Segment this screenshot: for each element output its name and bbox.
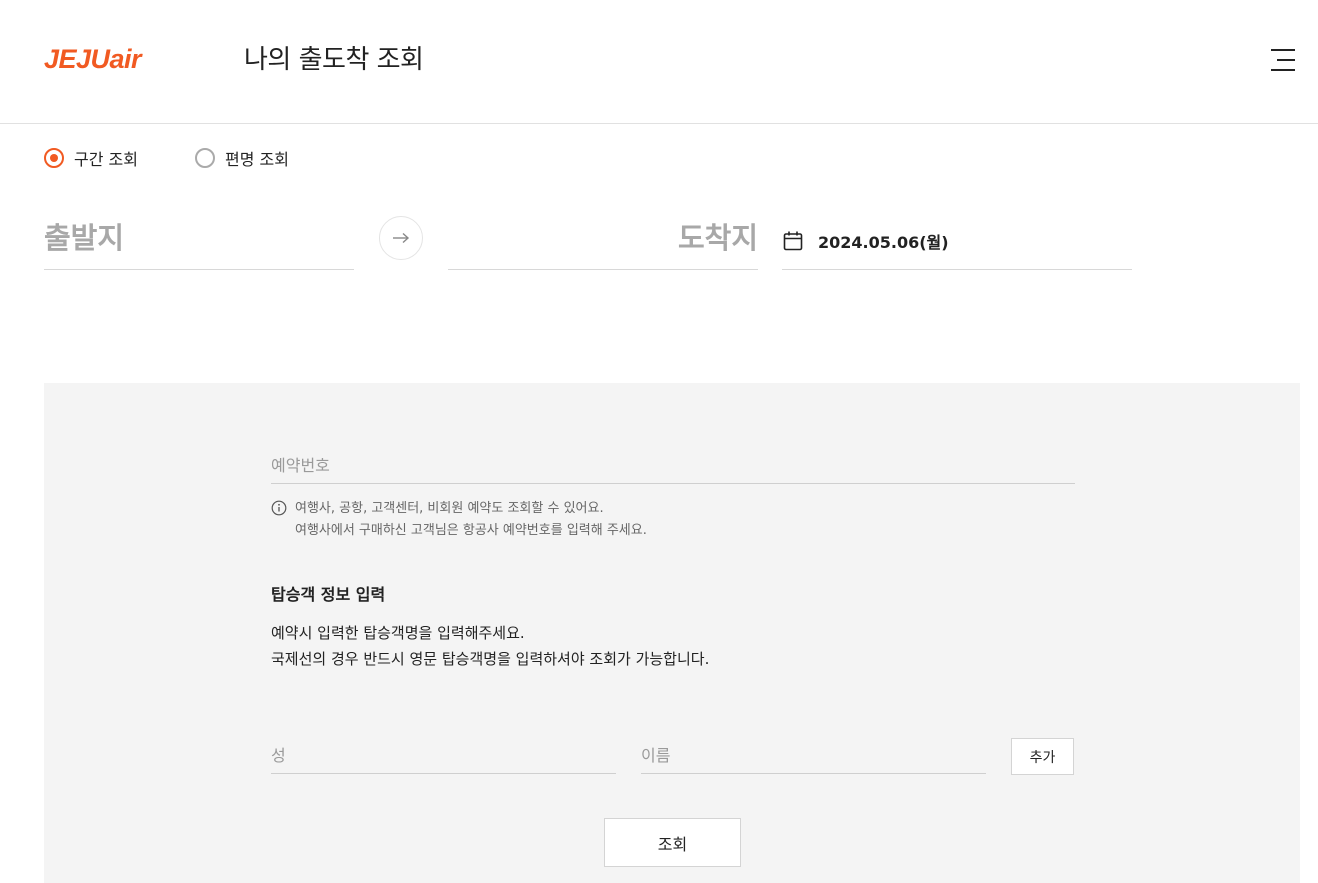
radio-flight-search[interactable]: 편명 조회 [195, 145, 289, 171]
header [0, 0, 1318, 124]
info-icon [271, 500, 287, 516]
reservation-number-input[interactable] [271, 448, 1075, 484]
notice-line-2: 여행사에서 구매하신 고객님은 항공사 예약번호를 입력해 주세요. [295, 523, 647, 538]
arrival-underline [448, 269, 758, 270]
passenger-desc-line-1: 예약시 입력한 탑승객명을 입력해주세요. [271, 624, 525, 642]
first-name-input[interactable] [641, 738, 986, 774]
reservation-notice: 여행사, 공항, 고객센터, 비회원 예약도 조회할 수 있어요. 여행사에서 … [271, 498, 647, 542]
add-passenger-button[interactable]: 추가 [1011, 738, 1074, 775]
radio-label-section: 구간 조회 [74, 150, 138, 169]
passenger-desc-line-2: 국제선의 경우 반드시 영문 탑승객명을 입력하셔야 조회가 가능합니다. [271, 650, 710, 668]
route-arrow-button[interactable] [379, 216, 423, 260]
date-picker[interactable]: 2024.05.06(월) [782, 224, 1132, 258]
departure-underline [44, 269, 354, 270]
departure-field[interactable]: 출발지 [44, 218, 354, 258]
notice-line-1: 여행사, 공항, 고객센터, 비회원 예약도 조회할 수 있어요. [295, 501, 604, 516]
search-button[interactable]: 조회 [604, 818, 741, 867]
page-title: 나의 출도착 조회 [244, 45, 424, 75]
arrow-right-icon [393, 232, 410, 244]
passenger-description: 예약시 입력한 탑승객명을 입력해주세요. 국제선의 경우 반드시 영문 탑승객… [271, 620, 709, 672]
last-name-input[interactable] [271, 738, 616, 774]
calendar-icon [783, 231, 803, 251]
radio-section-search[interactable]: 구간 조회 [44, 145, 138, 171]
date-underline [782, 269, 1132, 270]
passenger-info-title: 탑승객 정보 입력 [271, 585, 386, 604]
radio-checked-icon[interactable] [44, 148, 64, 168]
date-value: 2024.05.06(월) [818, 233, 949, 252]
jejuair-logo[interactable]: JEJUair [44, 42, 142, 76]
radio-unchecked-icon[interactable] [195, 148, 215, 168]
arrival-field[interactable]: 도착지 [448, 218, 758, 258]
radio-label-flight: 편명 조회 [225, 150, 289, 169]
hamburger-menu-icon[interactable] [1266, 47, 1300, 75]
